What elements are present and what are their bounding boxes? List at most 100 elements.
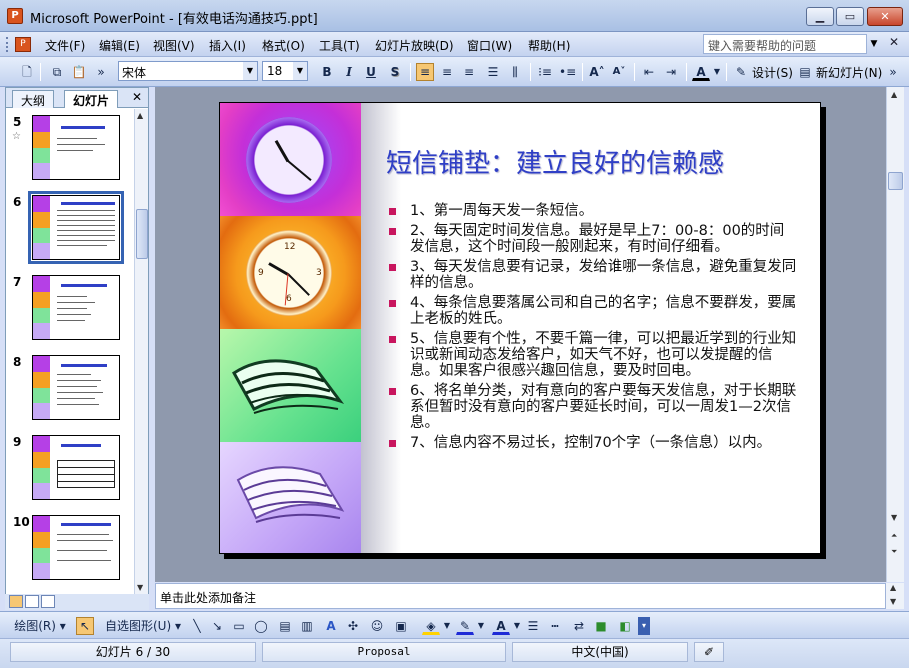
- menu-help[interactable]: 帮助(H): [528, 37, 570, 54]
- clip-art-icon[interactable]: ☺: [368, 617, 386, 635]
- menu-window[interactable]: 窗口(W): [467, 37, 512, 54]
- help-search-input[interactable]: 键入需要帮助的问题: [703, 34, 867, 54]
- menu-format[interactable]: 格式(O): [262, 37, 305, 54]
- thumbnail-scrollbar[interactable]: ▲ ▼: [134, 109, 148, 597]
- maximize-button[interactable]: ▭: [836, 7, 864, 26]
- decrease-indent-icon[interactable]: ⇤: [640, 63, 658, 81]
- rectangle-tool-icon[interactable]: ▭: [230, 617, 248, 635]
- thumbnail-row-5[interactable]: 5 ☆: [6, 113, 134, 185]
- next-slide-icon[interactable]: ⏷: [891, 547, 897, 557]
- menu-edit[interactable]: 编辑(E): [99, 37, 140, 54]
- dash-style-icon[interactable]: ┅: [546, 617, 564, 635]
- thumbnail-row-8[interactable]: 8: [6, 353, 134, 425]
- font-size-dropdown-icon[interactable]: ▼: [293, 62, 307, 80]
- thumbnail-row-7[interactable]: 7: [6, 273, 134, 345]
- help-dropdown-icon[interactable]: ▼: [867, 34, 881, 54]
- font-size-select[interactable]: 18 ▼: [262, 61, 308, 81]
- menu-tools[interactable]: 工具(T): [319, 37, 360, 54]
- wordart-icon[interactable]: A: [322, 617, 340, 635]
- bold-button[interactable]: B: [318, 63, 336, 81]
- vertical-text-box-icon[interactable]: ▥: [298, 617, 316, 635]
- text-shadow-button[interactable]: S: [386, 63, 404, 81]
- drawing-toolbar-options-icon[interactable]: ▾: [638, 617, 650, 635]
- draw-menu-button[interactable]: 绘图(R) ▾: [8, 617, 72, 635]
- distribute-icon[interactable]: ☰: [484, 63, 502, 81]
- document-icon[interactable]: P: [15, 37, 31, 52]
- slide-sorter-view-icon[interactable]: [25, 595, 39, 608]
- font-color-icon[interactable]: A: [692, 63, 710, 81]
- bullets-icon[interactable]: •≡: [558, 63, 576, 81]
- slide-thumbnail[interactable]: [32, 115, 120, 180]
- bullet-item[interactable]: 7、信息内容不易过长，控制70个字（一条信息）以内。: [386, 435, 798, 451]
- close-button[interactable]: ✕: [867, 7, 903, 26]
- font-color-draw-icon[interactable]: A: [492, 617, 510, 635]
- bullet-item[interactable]: 2、每天固定时间发信息。最好是早上7：00-8：00的时间发信息，这个时间段一般…: [386, 223, 798, 255]
- scroll-down-icon[interactable]: ▼: [891, 513, 897, 522]
- previous-slide-icon[interactable]: ⏶: [891, 531, 897, 541]
- design-button[interactable]: 设计(S): [752, 64, 793, 81]
- decrease-font-icon[interactable]: A˅: [610, 63, 628, 81]
- menu-grip-handle[interactable]: [6, 37, 10, 52]
- notes-pane[interactable]: 单击此处添加备注: [155, 583, 886, 609]
- bullet-item[interactable]: 6、将名单分类，对有意向的客户要每天发信息，对于长期联系但暂时没有意向的客户要延…: [386, 383, 798, 431]
- thumbnail-row-10[interactable]: 10: [6, 513, 134, 585]
- align-right-icon[interactable]: ≡: [460, 63, 478, 81]
- tab-outline[interactable]: 大纲: [12, 90, 55, 108]
- bullet-item[interactable]: 1、第一周每天发一条短信。: [386, 203, 798, 219]
- slide-image-strip[interactable]: 12 3 6 9: [220, 103, 361, 553]
- menu-insert[interactable]: 插入(I): [209, 37, 246, 54]
- fill-color-dropdown-icon[interactable]: ▼: [442, 617, 452, 635]
- slide-thumbnail[interactable]: [32, 435, 120, 500]
- bullet-item[interactable]: 3、每天发信息要有记录，发给谁哪一条信息，避免重复发同样的信息。: [386, 259, 798, 291]
- scroll-down-icon[interactable]: ▼: [890, 597, 896, 606]
- document-close-icon[interactable]: ✕: [889, 35, 899, 49]
- toolbar-options-chevron-icon[interactable]: »: [95, 63, 107, 81]
- menu-file[interactable]: 文件(F): [45, 37, 85, 54]
- new-slide-icon[interactable]: ▤: [796, 63, 814, 81]
- 3d-style-icon[interactable]: ◧: [616, 617, 634, 635]
- numbering-icon[interactable]: ⁝≡: [536, 63, 554, 81]
- paste-icon[interactable]: 📋: [70, 63, 88, 81]
- slide-thumbnail[interactable]: [32, 515, 120, 580]
- thumbnail-row-6[interactable]: 6: [6, 191, 134, 265]
- line-color-dropdown-icon[interactable]: ▼: [476, 617, 486, 635]
- toolbar-overflow-chevron-icon[interactable]: »: [886, 63, 900, 81]
- shadow-style-icon[interactable]: ■: [592, 617, 610, 635]
- arrow-tool-icon[interactable]: ↘: [208, 617, 226, 635]
- increase-font-icon[interactable]: A˄: [588, 63, 606, 81]
- slide-vertical-scrollbar[interactable]: ▲ ▼ ⏶ ⏷: [886, 87, 904, 582]
- spell-check-icon[interactable]: ✐: [694, 642, 724, 662]
- notes-scrollbar[interactable]: ▲ ▼: [886, 583, 904, 609]
- bullet-item[interactable]: 5、信息要有个性，不要千篇一律，可以把最近学到的行业知识或新闻动态发给客户，如天…: [386, 331, 798, 379]
- copy-icon[interactable]: ⧉: [48, 63, 66, 81]
- slide-canvas[interactable]: 12 3 6 9 短信铺垫：建立良好的信赖感 1、第一周每天发一条短信。 2、每…: [219, 102, 821, 554]
- new-slide-button[interactable]: 新幻灯片(N): [816, 64, 882, 81]
- menu-slideshow[interactable]: 幻灯片放映(D): [375, 37, 454, 54]
- font-color-dropdown-icon[interactable]: ▼: [712, 63, 722, 81]
- pane-close-icon[interactable]: ✕: [132, 90, 142, 104]
- insert-picture-icon[interactable]: ▣: [392, 617, 410, 635]
- slide-bullet-list[interactable]: 1、第一周每天发一条短信。 2、每天固定时间发信息。最好是早上7：00-8：00…: [386, 203, 798, 455]
- increase-indent-icon[interactable]: ⇥: [662, 63, 680, 81]
- scroll-up-icon[interactable]: ▲: [891, 90, 897, 99]
- scroll-down-icon[interactable]: ▼: [137, 583, 143, 592]
- powerpoint-app-icon[interactable]: P: [7, 8, 23, 24]
- thumbnail-row-9[interactable]: 9: [6, 433, 134, 505]
- slide-title[interactable]: 短信铺垫：建立良好的信赖感: [386, 143, 724, 180]
- design-icon[interactable]: ✎: [732, 63, 750, 81]
- align-center-icon[interactable]: ≡: [438, 63, 456, 81]
- align-left-icon[interactable]: ≡: [416, 63, 434, 81]
- scroll-up-icon[interactable]: ▲: [890, 583, 896, 592]
- font-dropdown-icon[interactable]: ▼: [243, 62, 257, 80]
- columns-icon[interactable]: ⫼: [506, 63, 524, 81]
- slide-thumbnail-selected[interactable]: [28, 191, 124, 264]
- slide-thumbnail[interactable]: [32, 355, 120, 420]
- font-color-draw-dropdown-icon[interactable]: ▼: [512, 617, 522, 635]
- italic-button[interactable]: I: [340, 63, 358, 81]
- bullet-item[interactable]: 4、每条信息要落属公司和自己的名字；信息不要群发，要属上老板的姓氏。: [386, 295, 798, 327]
- font-name-select[interactable]: 宋体 ▼: [118, 61, 258, 81]
- oval-tool-icon[interactable]: ◯: [252, 617, 270, 635]
- menu-view[interactable]: 视图(V): [153, 37, 195, 54]
- text-box-icon[interactable]: ▤: [276, 617, 294, 635]
- scrollbar-thumb[interactable]: [136, 209, 148, 259]
